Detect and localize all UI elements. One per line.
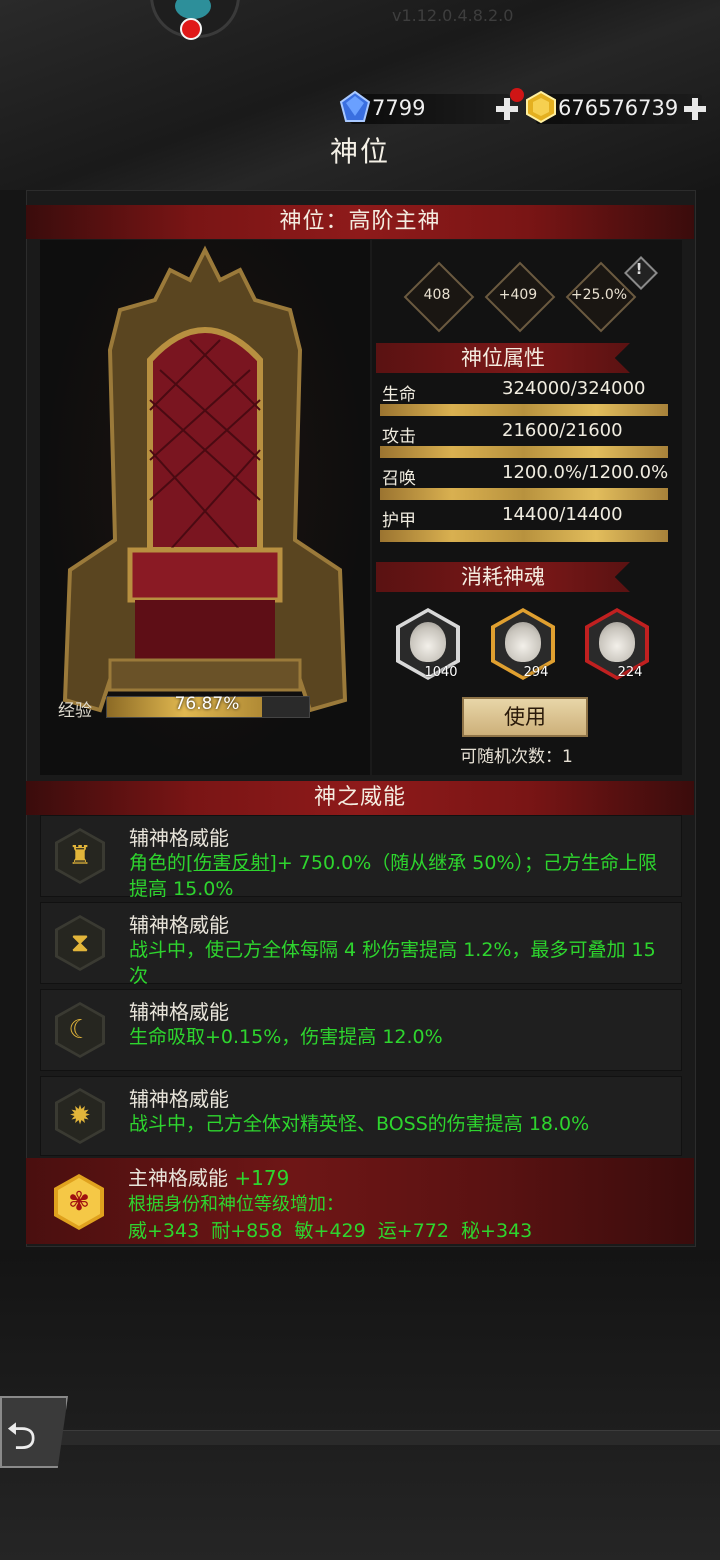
soul-item-gold[interactable]: 294 [491,608,555,680]
power-row: ✹ 辅神格威能 战斗中，己方全体对精英怪、BOSS的伤害提高 18.0% [40,1076,682,1156]
power-row-desc: 战斗中，使己方全体每隔 4 秒伤害提高 1.2%，最多可叠加 15 次 [129,939,656,987]
main-power-desc: 根据身份和神位等级增加： [128,1194,344,1215]
add-gold-button[interactable] [684,98,706,120]
moon-icon: ☾ [55,1002,105,1058]
level-value: 408 [423,287,451,303]
flower-icon: ✾ [54,1174,104,1230]
notification-dot [180,18,202,40]
exp-percent: 76.87% [174,694,240,714]
percent-badge: +25.0% [565,261,637,333]
gold-icon [526,90,556,124]
main-power-bonus: +179 [234,1166,290,1190]
exp-label: 经验 [58,701,92,721]
back-button[interactable]: ⮌ [0,1396,68,1468]
gold-value: 676576739 [558,96,679,120]
random-count-text: 可随机次数：1 [460,747,573,767]
gem-icon [339,90,371,122]
gem-currency: 7799 [339,88,524,124]
power-row-title: 辅神格威能 [129,826,229,850]
bonus-badge: +409 [484,261,556,333]
souls-title: 消耗神魂 [376,562,630,592]
stat-name-summon: 召唤 [382,469,416,489]
bottom-stripe [0,1430,720,1445]
soul-count: 1040 [424,665,458,680]
power-row: ⧗ 辅神格威能 战斗中，使己方全体每隔 4 秒伤害提高 1.2%，最多可叠加 1… [40,902,682,987]
soul-item-white[interactable]: 1040 [396,608,460,680]
stat-bar-armor [380,530,668,542]
power-row: ♜ 辅神格威能 角色的[伤害反射]+ 750.0%（随从继承 50%）；己方生命… [40,815,682,900]
level-badge: 408 [403,261,475,333]
stat-value-armor: 14400/14400 [502,504,623,525]
attributes-title: 神位属性 [376,343,630,373]
back-arrow-icon: ⮌ [6,1414,37,1458]
bonus-value: +409 [498,287,538,303]
soul-item-red[interactable]: 224 [585,608,649,680]
power-row-desc: 生命吸取+0.15%，伤害提高 12.0% [129,1026,443,1048]
main-power-row: ✾ 主神格威能 +179 根据身份和神位等级增加： 威+343 耐+858 敏+… [26,1158,694,1244]
power-row-title: 辅神格威能 [129,913,229,937]
main-power-title: 主神格威能 [128,1166,228,1190]
power-row-title: 辅神格威能 [129,1087,229,1111]
stat-value-summon: 1200.0%/1200.0% [502,462,669,483]
stat-bar-summon [380,488,668,500]
castle-icon: ♜ [55,828,105,884]
gold-currency: 676576739 [526,90,706,124]
power-row: ☾ 辅神格威能 生命吸取+0.15%，伤害提高 12.0% [40,989,682,1071]
main-power-stats: 威+343 耐+858 敏+429 运+772 秘+343 [128,1220,533,1242]
soul-count: 224 [617,665,643,680]
stat-value-attack: 21600/21600 [502,420,623,441]
rank-banner: 神位：高阶主神 [26,205,694,239]
avatar-icon [175,0,211,19]
use-button[interactable]: 使用 [462,697,588,737]
version-text: v1.12.0.4.8.2.0 [392,6,514,25]
stat-bar-hp [380,404,668,416]
stat-name-attack: 攻击 [382,427,416,447]
bottom-background [0,1250,720,1560]
power-row-title: 辅神格威能 [129,1000,229,1024]
gem-value: 7799 [372,96,426,120]
percent-value: +25.0% [570,287,628,303]
add-gem-button[interactable] [496,98,518,120]
power-row-desc: 战斗中，己方全体对精英怪、BOSS的伤害提高 18.0% [129,1113,590,1135]
damage-reflect-link[interactable]: [伤害反射] [186,852,277,874]
stat-name-hp: 生命 [382,385,416,405]
sun-icon: ✹ [55,1088,105,1144]
power-banner: 神之威能 [26,781,694,815]
stat-name-armor: 护甲 [382,511,416,531]
stat-bar-attack [380,446,668,458]
info-button[interactable]: ! [624,256,658,290]
power-row-desc: 角色的[伤害反射]+ 750.0%（随从继承 50%）；己方生命上限提高 15.… [129,852,658,900]
hourglass-icon: ⧗ [55,915,105,971]
exclamation-icon: ! [635,260,643,278]
soul-count: 294 [523,665,549,680]
soul-flame-icon [410,622,446,662]
soul-flame-icon [599,622,635,662]
main-power-title-line: 主神格威能 +179 [128,1162,289,1191]
stat-value-hp: 324000/324000 [502,378,646,399]
page-title: 神位 [329,135,390,168]
soul-flame-icon [505,622,541,662]
